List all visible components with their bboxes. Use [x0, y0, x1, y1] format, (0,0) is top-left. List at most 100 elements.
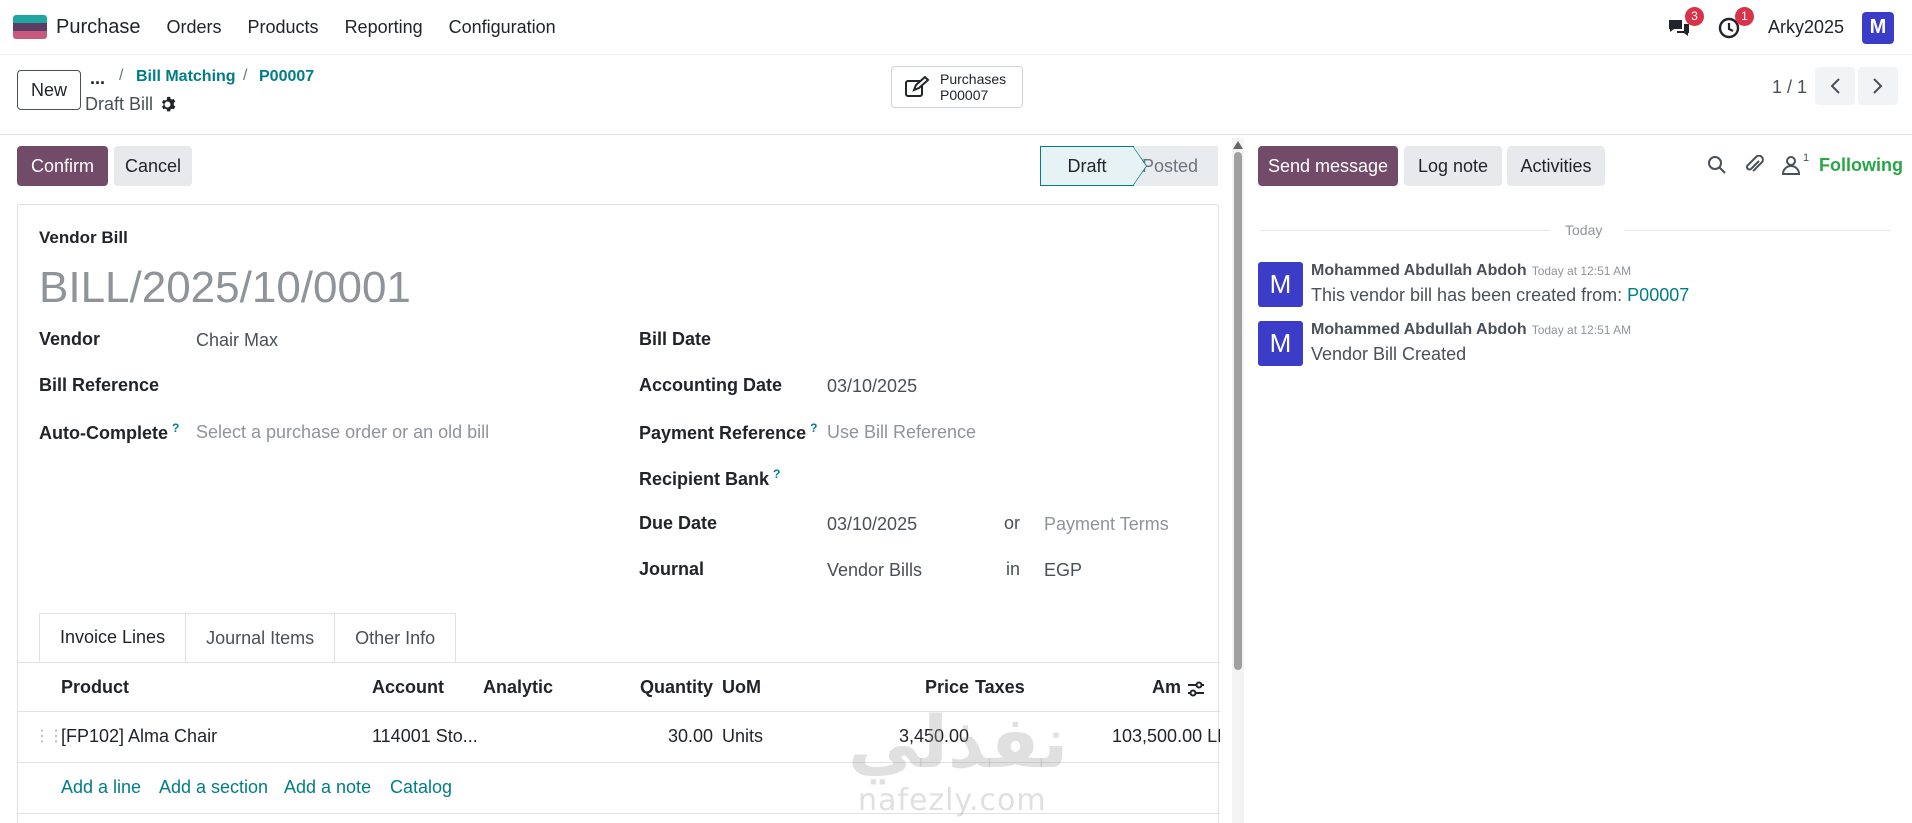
row-account[interactable]: 114001 Sto...: [372, 726, 478, 747]
following-button[interactable]: Following: [1819, 155, 1903, 176]
search-icon[interactable]: [1707, 155, 1727, 175]
pager-value[interactable]: 1 / 1: [1772, 77, 1807, 98]
message-body: Vendor Bill Created: [1311, 344, 1467, 364]
bill-reference-label: Bill Reference: [39, 375, 160, 395]
scroll-up-arrow-icon[interactable]: [1233, 141, 1243, 149]
payment-reference-field[interactable]: Use Bill Reference: [827, 422, 976, 443]
message-time: Today at 12:51 AM: [1531, 264, 1632, 278]
column-taxes[interactable]: Taxes: [975, 677, 1025, 698]
help-icon[interactable]: ?: [172, 421, 179, 435]
chatter-panel: Send message Log note Activities 1 Follo…: [1248, 135, 1912, 823]
due-date-label: Due Date: [639, 513, 718, 533]
accounting-date-field[interactable]: 03/10/2025: [827, 376, 917, 397]
due-date-field[interactable]: 03/10/2025: [827, 514, 917, 535]
activities-button[interactable]: 1: [1716, 6, 1754, 41]
row-uom[interactable]: Units: [722, 726, 763, 747]
due-date-or-text: or: [1004, 513, 1021, 533]
tab-journal-items[interactable]: Journal Items: [185, 613, 336, 662]
message-author: Mohammed Abdullah Abdoh Today at 12:51 AM: [1311, 321, 1632, 338]
catalog-link[interactable]: Catalog: [390, 777, 452, 798]
activities-button[interactable]: Activities: [1507, 146, 1605, 186]
form-statusbar: Confirm Cancel Posted Draft: [0, 135, 1230, 197]
breadcrumb-bill-matching[interactable]: Bill Matching: [136, 68, 236, 86]
pager-next-button[interactable]: [1858, 67, 1898, 105]
message-time: Today at 12:51 AM: [1531, 323, 1632, 337]
pager-previous-button[interactable]: [1815, 67, 1855, 105]
column-amount[interactable]: Am: [1152, 677, 1181, 698]
message-avatar[interactable]: M: [1258, 262, 1303, 307]
app-logo-icon[interactable]: [13, 15, 47, 39]
row-amount: 103,500.00 LE: [1112, 726, 1220, 746]
recipient-bank-field[interactable]: [827, 467, 1207, 489]
watermark-arabic: نفذلي: [848, 700, 1069, 784]
help-icon[interactable]: ?: [773, 467, 780, 481]
message-author: Mohammed Abdullah Abdoh Today at 12:51 AM: [1311, 262, 1632, 279]
tab-invoice-lines[interactable]: Invoice Lines: [39, 613, 187, 662]
menu-products[interactable]: Products: [248, 17, 319, 38]
drag-handle-icon[interactable]: ⋮⋮: [34, 726, 64, 746]
payment-terms-field[interactable]: Payment Terms: [1044, 514, 1169, 535]
notebook-tabs: Invoice Lines Journal Items Other Info: [39, 613, 457, 662]
stage-arrow-fill: [1133, 147, 1146, 185]
row-quantity[interactable]: 30.00: [668, 726, 713, 747]
recipient-bank-label: Recipient Bank?: [639, 467, 781, 489]
smart-button-value: P00007: [940, 87, 989, 103]
journal-field[interactable]: Vendor Bills: [827, 560, 922, 581]
breadcrumb-p00007[interactable]: P00007: [259, 68, 314, 86]
log-note-button[interactable]: Log note: [1404, 146, 1502, 186]
date-separator-line: [1624, 230, 1890, 231]
activities-badge: 1: [1734, 6, 1754, 26]
purchases-smart-button[interactable]: Purchases P00007: [891, 66, 1023, 108]
breadcrumb-more-button[interactable]: ...: [90, 68, 105, 89]
menu-orders[interactable]: Orders: [167, 17, 222, 38]
app-name[interactable]: Purchase: [56, 16, 141, 39]
column-settings-icon[interactable]: [1186, 679, 1206, 699]
messages-badge: 3: [1684, 6, 1704, 26]
journal-label: Journal: [639, 559, 705, 579]
send-message-button[interactable]: Send message: [1258, 146, 1398, 186]
menu-reporting[interactable]: Reporting: [345, 17, 423, 38]
gear-icon[interactable]: [159, 96, 176, 113]
follower-count: 1: [1803, 152, 1810, 164]
menu-configuration[interactable]: Configuration: [449, 17, 556, 38]
tab-other-info[interactable]: Other Info: [334, 613, 457, 662]
new-button[interactable]: New: [17, 70, 81, 110]
row-product[interactable]: [FP102] Alma Chair: [61, 726, 217, 747]
cancel-button[interactable]: Cancel: [114, 146, 192, 186]
column-quantity[interactable]: Quantity: [640, 677, 713, 698]
message-avatar[interactable]: M: [1258, 321, 1303, 366]
column-uom[interactable]: UoM: [722, 677, 761, 698]
paperclip-icon[interactable]: [1744, 155, 1766, 175]
user-avatar[interactable]: M: [1862, 11, 1894, 44]
add-section-link[interactable]: Add a section: [159, 777, 268, 798]
help-icon[interactable]: ?: [810, 421, 817, 435]
message-record-link[interactable]: P00007: [1627, 285, 1689, 305]
bill-number-field[interactable]: BILL/2025/10/0001: [39, 263, 411, 313]
control-panel: New ... / Bill Matching / P00007 Draft B…: [0, 55, 1912, 135]
tab-divider: [18, 662, 1220, 663]
column-product[interactable]: Product: [61, 677, 129, 698]
smart-button-label: Purchases: [940, 71, 1007, 87]
breadcrumb-separator: /: [119, 67, 124, 84]
column-account[interactable]: Account: [372, 677, 444, 698]
breadcrumb-separator: /: [243, 67, 248, 84]
followers-icon[interactable]: [1781, 155, 1801, 175]
watermark-latin: nafezly.com: [858, 783, 1047, 818]
bill-reference-field[interactable]: [196, 375, 596, 397]
bill-date-field[interactable]: [827, 329, 1207, 351]
move-type-label: Vendor Bill: [39, 228, 128, 247]
auto-complete-field[interactable]: Select a purchase order or an old bill: [196, 422, 489, 443]
chevron-right-icon: [1873, 78, 1883, 94]
company-switcher[interactable]: Arky2025: [1768, 17, 1844, 38]
add-note-link[interactable]: Add a note: [284, 777, 371, 798]
vendor-field[interactable]: Chair Max: [196, 330, 278, 351]
column-analytic[interactable]: Analytic: [483, 677, 553, 698]
scrollbar-thumb[interactable]: [1234, 152, 1242, 670]
column-price[interactable]: Price: [925, 677, 969, 698]
confirm-button[interactable]: Confirm: [17, 146, 108, 186]
top-navbar: Purchase Orders Products Reporting Confi…: [0, 0, 1912, 55]
messages-button[interactable]: 3: [1666, 6, 1704, 41]
currency-field[interactable]: EGP: [1044, 560, 1082, 581]
add-line-link[interactable]: Add a line: [61, 777, 141, 798]
stage-draft[interactable]: Draft: [1040, 146, 1134, 186]
